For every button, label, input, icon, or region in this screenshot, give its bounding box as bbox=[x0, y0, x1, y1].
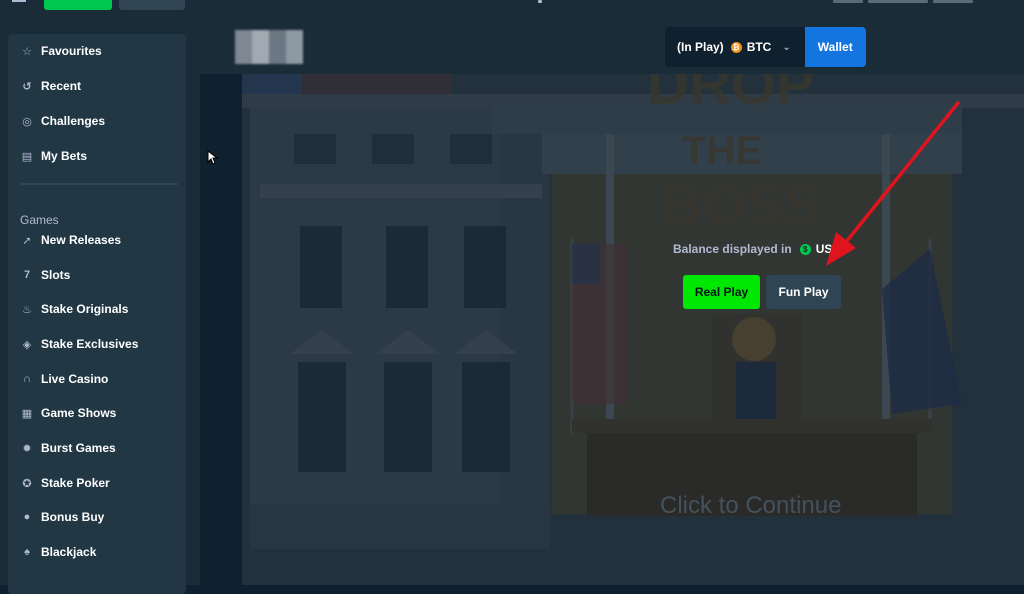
real-play-button[interactable]: Real Play bbox=[683, 275, 760, 309]
sidebar-item-favourites[interactable]: ☆ Favourites bbox=[20, 41, 102, 61]
gift-icon: ▦ bbox=[21, 407, 33, 420]
balance-display: Balance displayed in $ USD bbox=[673, 242, 841, 256]
logo-button[interactable] bbox=[44, 0, 112, 10]
top-link[interactable] bbox=[868, 0, 928, 3]
sidebar-item-label: Challenges bbox=[41, 114, 106, 128]
currency-code: BTC bbox=[746, 40, 772, 54]
wallet-button[interactable]: Wallet bbox=[804, 27, 866, 67]
sidebar-item-live-casino[interactable]: ∩ Live Casino bbox=[20, 369, 108, 389]
sidebar-item-label: My Bets bbox=[41, 149, 88, 163]
sidebar-item-label: Stake Originals bbox=[41, 302, 129, 316]
sidebar-item-stake-exclusives[interactable]: ◈ Stake Exclusives bbox=[20, 334, 139, 354]
sidebar-item-recent[interactable]: ↺ Recent bbox=[20, 76, 81, 96]
sidebar-item-stake-poker[interactable]: ✪ Stake Poker bbox=[20, 473, 110, 493]
chevron-down-icon: ⌄ bbox=[782, 41, 791, 53]
sidebar-item-game-shows[interactable]: ▦ Game Shows bbox=[20, 403, 117, 423]
sidebar: ☆ Favourites ↺ Recent ◎ Challenges ▤ My Bets… bbox=[0, 20, 200, 594]
target-icon: ◎ bbox=[22, 115, 32, 128]
top-secondary-button[interactable] bbox=[119, 0, 185, 10]
dollar-icon: $ bbox=[799, 243, 811, 255]
star-icon: ☆ bbox=[22, 45, 32, 58]
currency-status: (In Play) bbox=[677, 40, 724, 54]
headset-icon: ∩ bbox=[23, 373, 31, 385]
sidebar-item-label: Recent bbox=[41, 79, 82, 93]
bitcoin-icon: ₿ bbox=[730, 41, 742, 53]
top-dot-icon bbox=[538, 0, 542, 3]
game-header: (In Play) ₿ BTC ⌄ Wallet bbox=[200, 20, 1024, 74]
sidebar-divider bbox=[20, 183, 178, 185]
sidebar-item-label: Burst Games bbox=[41, 441, 116, 455]
rocket-icon: ➚ bbox=[22, 234, 32, 247]
sidebar-section-games: Games bbox=[20, 213, 59, 227]
receipt-icon: ▤ bbox=[21, 150, 33, 163]
sidebar-item-label: Blackjack bbox=[41, 545, 97, 559]
sidebar-item-label: New Releases bbox=[41, 233, 122, 247]
game-thumbnail bbox=[235, 30, 303, 64]
poker-chip-icon: ✪ bbox=[22, 477, 32, 490]
game-canvas[interactable]: DROP THE BOSS Balance displayed in $ USD… bbox=[242, 74, 1024, 585]
balance-currency: USD bbox=[815, 242, 842, 256]
currency-wallet-group: (In Play) ₿ BTC ⌄ Wallet bbox=[665, 27, 866, 67]
sidebar-item-blackjack[interactable]: ♠ Blackjack bbox=[20, 542, 96, 562]
sidebar-item-challenges[interactable]: ◎ Challenges bbox=[20, 111, 105, 131]
sidebar-item-label: Stake Poker bbox=[41, 476, 110, 490]
balance-prefix: Balance displayed in bbox=[673, 242, 792, 256]
sidebar-item-my-bets[interactable]: ▤ My Bets bbox=[20, 146, 87, 166]
mouse-cursor-icon bbox=[207, 150, 219, 165]
sidebar-item-label: Live Casino bbox=[41, 372, 109, 386]
coin-icon: ● bbox=[23, 511, 31, 523]
burst-icon: ✹ bbox=[22, 442, 32, 455]
top-link[interactable] bbox=[933, 0, 973, 3]
sidebar-item-burst-games[interactable]: ✹ Burst Games bbox=[20, 438, 116, 458]
sidebar-item-label: Bonus Buy bbox=[41, 510, 105, 524]
flame-icon: ♨ bbox=[22, 303, 32, 316]
fun-play-button[interactable]: Fun Play bbox=[766, 275, 841, 309]
game-start-overlay bbox=[242, 74, 1024, 585]
sidebar-item-stake-originals[interactable]: ♨ Stake Originals bbox=[20, 299, 128, 319]
sidebar-item-new-releases[interactable]: ➚ New Releases bbox=[20, 230, 121, 250]
sidebar-item-label: Favourites bbox=[41, 44, 102, 58]
currency-select[interactable]: (In Play) ₿ BTC ⌄ bbox=[665, 27, 805, 67]
menu-icon[interactable] bbox=[12, 0, 26, 4]
sidebar-item-label: Stake Exclusives bbox=[41, 337, 139, 351]
main-content: (In Play) ₿ BTC ⌄ Wallet Balance display… bbox=[200, 20, 1024, 585]
top-link[interactable] bbox=[833, 0, 863, 3]
history-icon: ↺ bbox=[22, 80, 32, 93]
gem-icon: ◈ bbox=[22, 338, 32, 351]
sidebar-item-label: Slots bbox=[41, 268, 71, 282]
sidebar-item-slots[interactable]: 7 Slots bbox=[20, 265, 70, 285]
slots-icon: 7 bbox=[23, 269, 31, 281]
sidebar-item-label: Game Shows bbox=[41, 406, 117, 420]
sidebar-item-bonus-buy[interactable]: ● Bonus Buy bbox=[20, 507, 105, 527]
sidebar-nav-panel: ☆ Favourites ↺ Recent ◎ Challenges ▤ My Bets… bbox=[8, 34, 186, 594]
click-to-continue-text[interactable]: Click to Continue bbox=[660, 492, 841, 520]
cards-icon: ♠ bbox=[24, 546, 30, 558]
top-bar bbox=[0, 0, 1024, 20]
